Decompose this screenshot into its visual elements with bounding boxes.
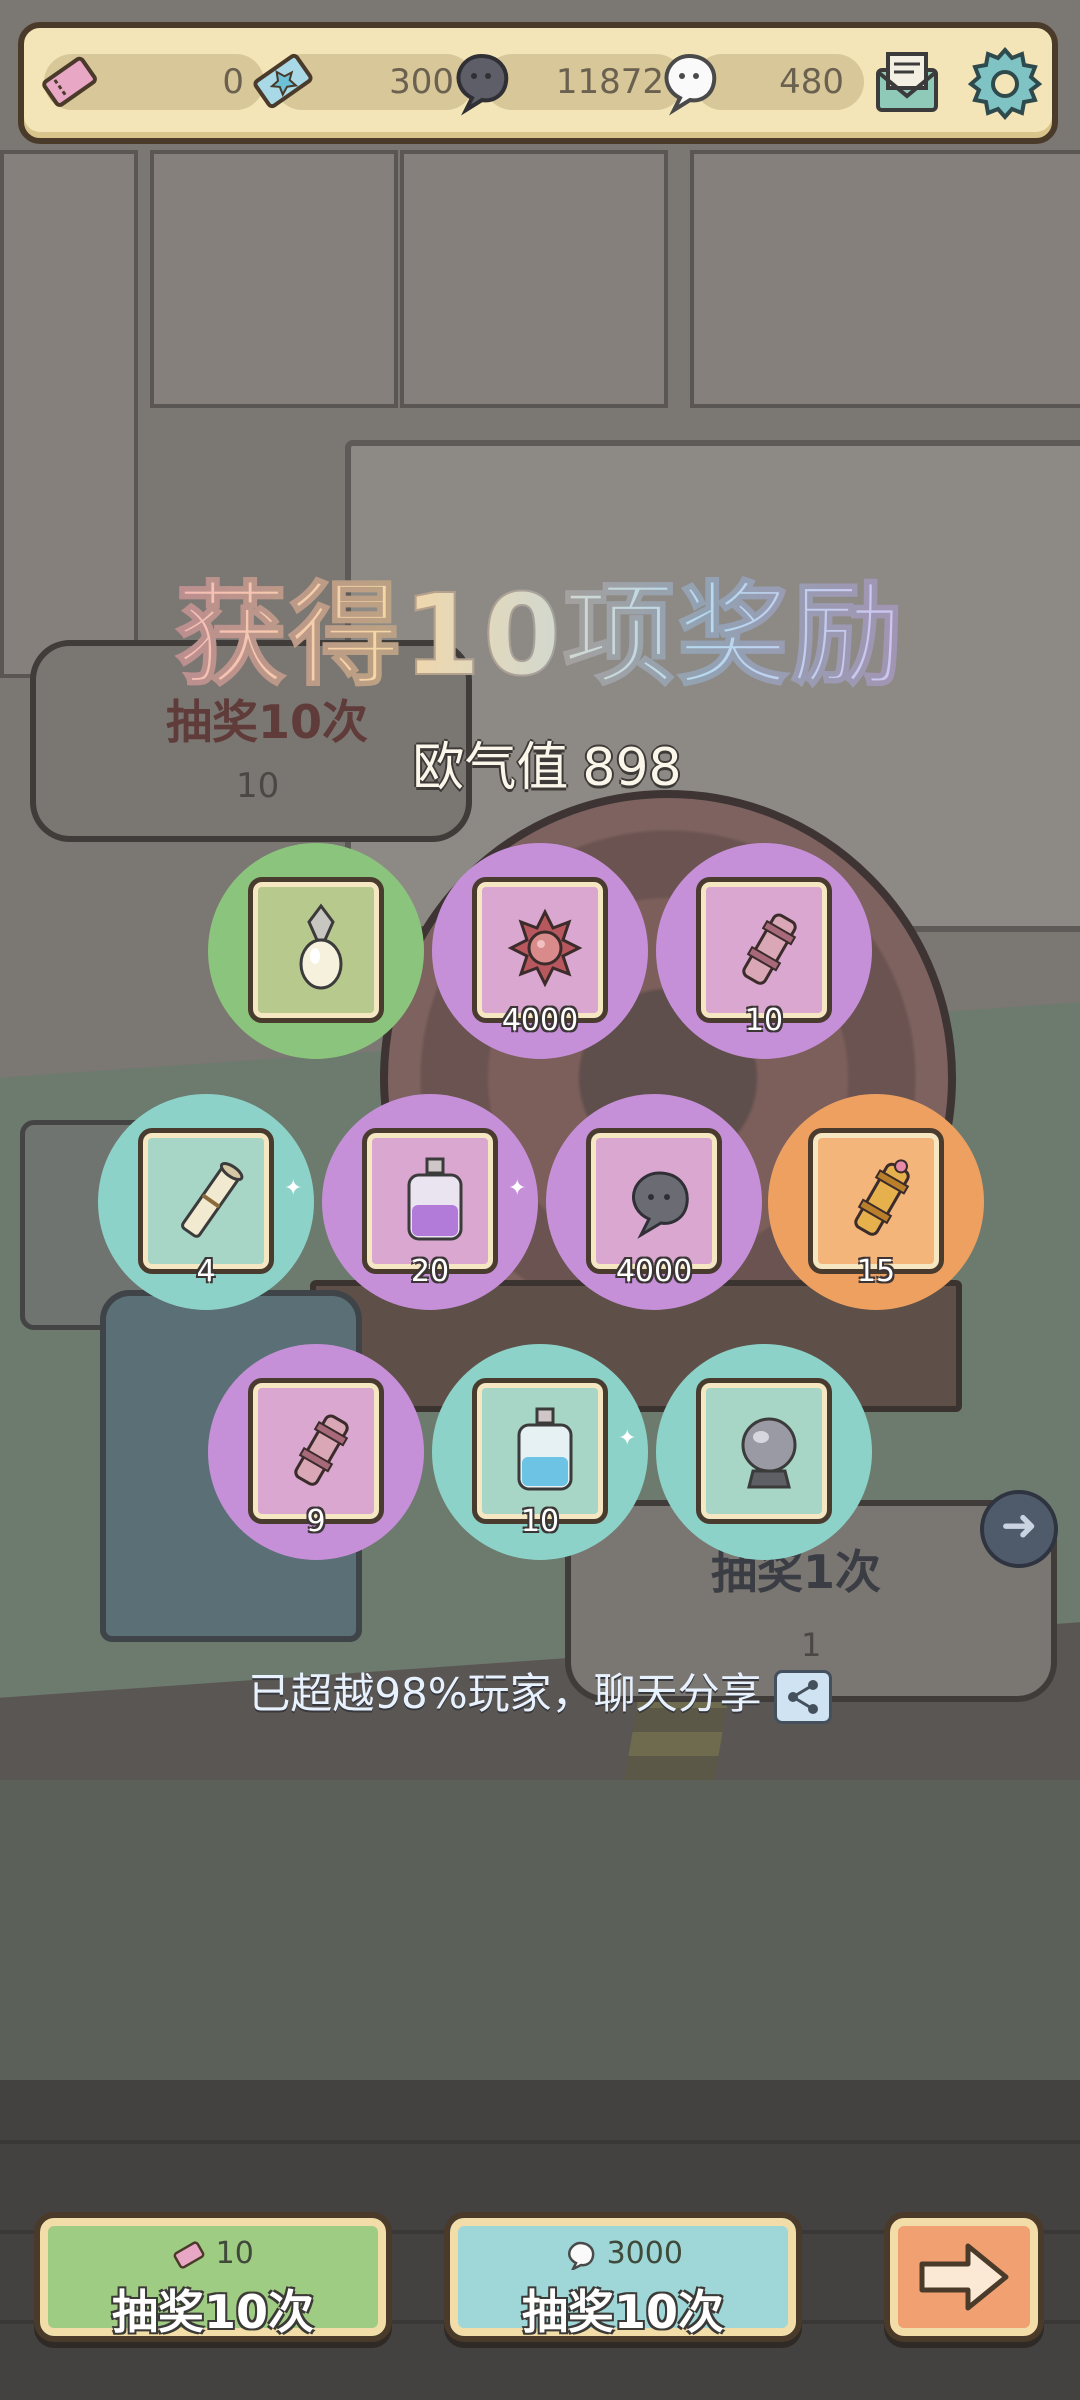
reward-card: [696, 1378, 832, 1524]
reward-item-5[interactable]: 20 ✦: [322, 1094, 538, 1310]
luck-label: 欧气值: [412, 738, 569, 798]
share-text[interactable]: 已超越98%玩家，聊天分享: [248, 1669, 761, 1718]
share-icon[interactable]: [773, 1669, 832, 1724]
reward-item-7[interactable]: 15: [768, 1094, 984, 1310]
sparkle-icon: ✦: [618, 1426, 637, 1451]
currency-bar: 0 300 11872 480: [18, 22, 1058, 144]
draw-10-ghost-button[interactable]: 3000 抽奖10次: [444, 2212, 802, 2342]
wall-panel: [400, 150, 668, 408]
ghost-cost: 3000: [450, 2236, 796, 2272]
rolled-scroll-icon: [181, 1162, 244, 1238]
reward-item-6[interactable]: 4000: [546, 1094, 762, 1310]
ticket-count: 0: [222, 62, 244, 102]
ghost-cost-value: 3000: [606, 2236, 683, 2271]
gem-count: 300: [389, 62, 454, 102]
draw-1-bubble-cost: 1: [801, 1626, 822, 1664]
arrow-right-icon: [919, 2243, 1009, 2311]
draw-10-ticket-button[interactable]: 10 抽奖10次: [34, 2212, 392, 2342]
draw-10-ghost-label: 抽奖10次: [521, 2285, 724, 2339]
sparkle-icon: ✦: [508, 1176, 527, 1201]
reward-item-8[interactable]: 9: [208, 1344, 424, 1560]
switch-arrow-icon: ➜: [980, 1490, 1058, 1568]
reward-qty: 10: [744, 1003, 784, 1038]
cannon-scroll-icon: [742, 913, 797, 985]
spiky-orb-icon: [507, 908, 583, 988]
share-row[interactable]: 已超越98%玩家，聊天分享: [0, 1660, 1080, 1724]
ticket-cost-value: 10: [215, 2236, 254, 2271]
reward-card: [472, 1378, 608, 1524]
white-ghost-icon: [664, 53, 717, 116]
white-ghost-icon: [568, 2241, 595, 2272]
ticket-icon: [42, 56, 97, 107]
reward-item-4[interactable]: 4 ✦: [98, 1094, 314, 1310]
reward-card: [138, 1128, 274, 1274]
reward-qty: 4: [196, 1254, 216, 1289]
reward-card: [248, 877, 384, 1023]
sparkle-icon: ✦: [284, 1176, 303, 1201]
gem-ticket-icon: [253, 53, 313, 109]
next-button[interactable]: [884, 2212, 1044, 2342]
reward-qty: 9: [306, 1504, 326, 1539]
blue-potion-icon: [517, 1407, 573, 1491]
dark-ghost-count: 11872: [555, 62, 664, 102]
luck-value: 898: [582, 738, 682, 798]
purple-potion-icon: [407, 1157, 463, 1241]
wall-panel: [150, 150, 398, 408]
floor-line: [0, 2140, 1080, 2144]
dark-ghost-icon: [456, 53, 509, 116]
reward-item-2[interactable]: 4000: [432, 843, 648, 1059]
mail-icon[interactable]: [864, 40, 950, 126]
reward-qty: 4000: [615, 1254, 693, 1289]
reward-qty: 4000: [501, 1003, 579, 1038]
reward-item-10[interactable]: [656, 1344, 872, 1560]
reward-card: [696, 877, 832, 1023]
reward-card: [808, 1128, 944, 1274]
white-ghost-count: 480: [779, 62, 844, 102]
reward-qty: 15: [856, 1254, 896, 1289]
crystal-ball-icon: [741, 1417, 797, 1489]
wall-panel: [690, 150, 1080, 408]
draw-10-ticket-label: 抽奖10次: [111, 2285, 314, 2339]
reward-item-1[interactable]: [208, 843, 424, 1059]
settings-gear-icon[interactable]: [962, 40, 1048, 126]
reward-item-3[interactable]: 10: [656, 843, 872, 1059]
golden-cannon-icon: [854, 1159, 910, 1236]
table-side: [0, 1780, 1080, 2100]
luck-value-line: 欧气值 898: [0, 725, 1080, 800]
reward-card: [586, 1128, 722, 1274]
ticket-icon: [173, 2240, 205, 2269]
reward-qty: 20: [410, 1254, 450, 1289]
reward-card: [362, 1128, 498, 1274]
pendant-icon: [299, 903, 343, 990]
ticket-cost: 10: [40, 2236, 386, 2271]
reward-title: 获得10项奖励: [0, 545, 1080, 707]
cannon-scroll-icon: [294, 1414, 349, 1486]
reward-qty: 10: [520, 1504, 560, 1539]
grey-ghost-icon: [632, 1171, 689, 1239]
reward-item-9[interactable]: 10 ✦: [432, 1344, 648, 1560]
reward-card: [472, 877, 608, 1023]
reward-card: [248, 1378, 384, 1524]
